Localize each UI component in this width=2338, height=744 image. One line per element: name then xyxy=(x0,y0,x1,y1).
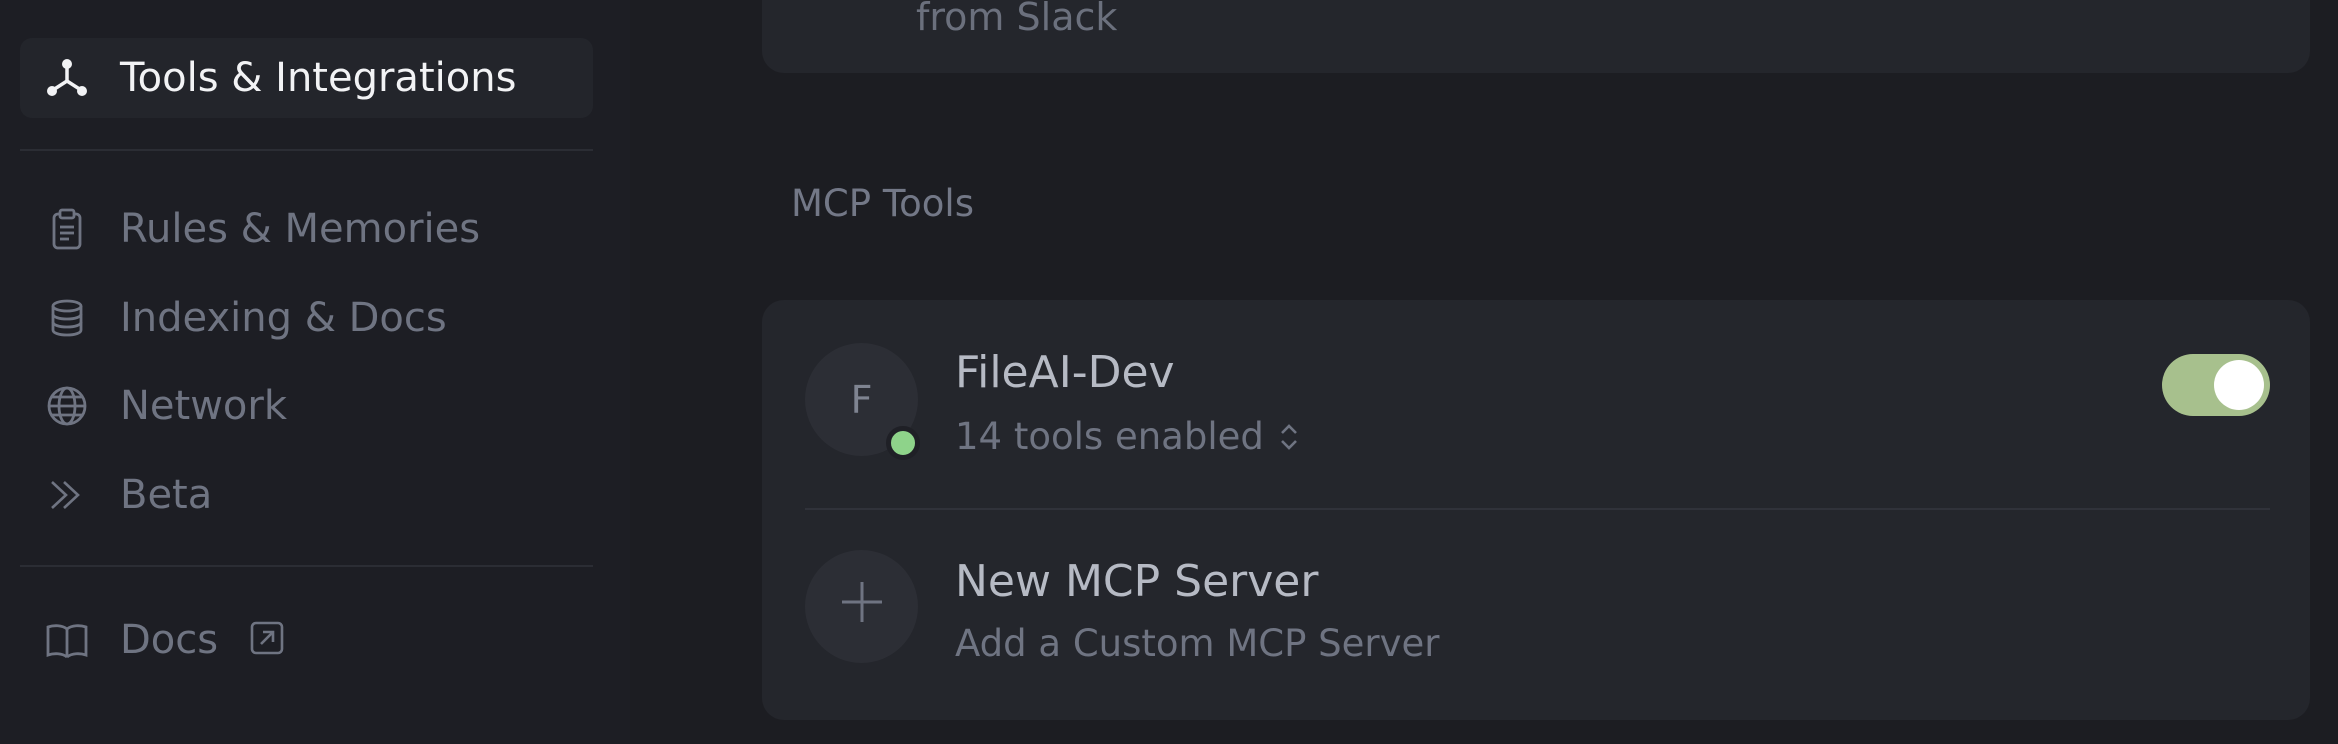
external-link-icon xyxy=(249,620,285,656)
sidebar-item-indexing-docs[interactable]: Indexing & Docs xyxy=(20,278,593,358)
section-title-mcp-tools: MCP Tools xyxy=(791,182,974,225)
integration-nodes-icon xyxy=(44,55,90,101)
sidebar-item-beta[interactable]: Beta xyxy=(20,455,593,535)
double-chevron-right-icon xyxy=(44,472,90,518)
mcp-servers-card: F FileAI-Dev 14 tools enabled New MCP Se… xyxy=(762,300,2310,720)
sidebar-item-label: Tools & Integrations xyxy=(120,55,517,101)
server-enabled-toggle[interactable] xyxy=(2162,354,2270,416)
clipboard-icon xyxy=(44,206,90,252)
integration-card-slack: from Slack xyxy=(762,0,2310,73)
new-server-subtitle: Add a Custom MCP Server xyxy=(955,622,1440,665)
row-divider xyxy=(805,508,2270,510)
sidebar-item-docs[interactable]: Docs xyxy=(20,600,593,680)
status-indicator xyxy=(886,426,920,460)
tools-enabled-selector[interactable]: 14 tools enabled xyxy=(955,415,1302,458)
server-avatar-letter: F xyxy=(850,377,873,422)
sidebar-item-rules-memories[interactable]: Rules & Memories xyxy=(20,189,593,269)
database-icon xyxy=(44,295,90,341)
sidebar-divider xyxy=(20,565,593,567)
sidebar-item-label: Indexing & Docs xyxy=(120,295,447,341)
toggle-knob xyxy=(2214,360,2264,410)
new-server-title: New MCP Server xyxy=(955,556,1319,607)
sidebar: Tools & Integrations Rules & Memories In… xyxy=(0,0,630,744)
sidebar-item-tools-integrations[interactable]: Tools & Integrations xyxy=(20,38,593,118)
sidebar-item-label: Beta xyxy=(120,472,213,518)
sidebar-item-label: Docs xyxy=(120,617,219,663)
sidebar-item-label: Rules & Memories xyxy=(120,206,481,252)
sidebar-divider xyxy=(20,149,593,151)
globe-icon xyxy=(44,383,90,429)
book-icon xyxy=(44,617,90,663)
card-description: from Slack xyxy=(916,0,1118,39)
sidebar-item-network[interactable]: Network xyxy=(20,366,593,446)
settings-window: Tools & Integrations Rules & Memories In… xyxy=(0,0,2338,744)
sidebar-item-label: Network xyxy=(120,383,288,429)
tools-enabled-text: 14 tools enabled xyxy=(955,415,1264,458)
add-server-button[interactable] xyxy=(805,550,918,663)
server-name: FileAI-Dev xyxy=(955,347,1175,398)
plus-icon xyxy=(836,576,888,637)
chevron-up-down-icon xyxy=(1276,420,1302,454)
